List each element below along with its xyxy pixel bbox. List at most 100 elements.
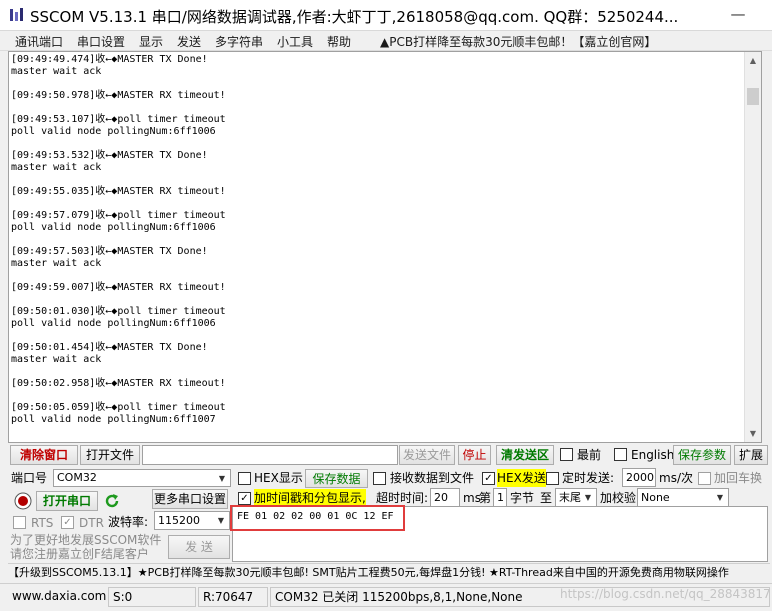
recv-to-file-checkbox[interactable]: [373, 472, 386, 485]
interval-unit-label: ms/次: [659, 471, 693, 485]
clear-send-area-button[interactable]: 清发送区: [496, 445, 554, 465]
chevron-down-icon: ▼: [218, 474, 226, 483]
byte-label: 字节: [510, 491, 535, 505]
log-line: [09:50:01.030]收←◆poll timer timeout: [11, 306, 226, 317]
end-select[interactable]: 末尾 ▼: [555, 488, 597, 507]
log-line: master wait ack: [11, 354, 102, 365]
english-checkbox[interactable]: [614, 448, 627, 461]
end-select-value: 末尾: [559, 491, 581, 504]
baud-rate-value: 115200: [158, 514, 200, 527]
timed-send-checkbox[interactable]: [546, 472, 559, 485]
log-line: [09:50:01.454]收←◆MASTER TX Done!: [11, 342, 208, 353]
log-line: [09:49:59.007]收←◆MASTER RX timeout!: [11, 282, 226, 293]
send-file-button[interactable]: 发送文件: [399, 445, 455, 465]
refresh-icon[interactable]: [103, 492, 121, 510]
log-line: [09:49:53.107]收←◆poll timer timeout: [11, 114, 226, 125]
byte-nth-label: 第: [479, 491, 492, 505]
menu-comm-port[interactable]: 通讯端口: [15, 33, 63, 50]
receive-log[interactable]: [09:49:49.474]收←◆MASTER TX Done! master w…: [8, 51, 762, 443]
byte-start-input[interactable]: 1: [493, 488, 507, 507]
minimize-button[interactable]: —: [718, 5, 758, 25]
hex-display-label: HEX显示: [254, 471, 303, 485]
clear-window-button[interactable]: 清除窗口: [10, 445, 78, 465]
log-line: master wait ack: [11, 258, 102, 269]
log-line: master wait ack: [11, 162, 102, 173]
promo-line-1: 为了更好地发展SSCOM软件: [10, 533, 162, 547]
scroll-thumb[interactable]: [747, 88, 759, 105]
menu-help[interactable]: 帮助: [327, 33, 351, 50]
sent-count: S:0: [108, 587, 196, 607]
log-line: [09:49:53.532]收←◆MASTER TX Done!: [11, 150, 208, 161]
dtr-checkbox[interactable]: ✓: [61, 516, 74, 529]
open-port-button[interactable]: 打开串口: [36, 491, 98, 511]
menu-send[interactable]: 发送: [177, 33, 201, 50]
log-line: [09:50:02.958]收←◆MASTER RX timeout!: [11, 378, 226, 389]
log-line: [09:50:05.059]收←◆poll timer timeout: [11, 402, 226, 413]
rts-label: RTS: [31, 516, 54, 530]
recv-to-file-label: 接收数据到文件: [390, 471, 475, 485]
log-line: [09:49:57.079]收←◆poll timer timeout: [11, 210, 226, 221]
timeout-input[interactable]: 20: [430, 488, 460, 507]
chevron-down-icon: ▼: [716, 493, 724, 502]
checksum-select-value: None: [641, 491, 670, 504]
menu-port-settings[interactable]: 串口设置: [77, 33, 125, 50]
log-line: poll valid node pollingNum:6ff1006: [11, 318, 216, 329]
add-crlf-label: 加回车换: [714, 471, 763, 485]
file-path-field[interactable]: [142, 445, 398, 465]
menu-tools[interactable]: 小工具: [277, 33, 313, 50]
log-line: poll valid node pollingNum:6ff1006: [11, 126, 216, 137]
ad-ticker[interactable]: 【升级到SSCOM5.13.1】★PCB打样降至每款30元顺丰包邮! SMT贴片…: [8, 563, 770, 582]
app-icon: [10, 8, 23, 21]
port-select[interactable]: COM32 ▼: [53, 469, 231, 487]
timestamp-checkbox[interactable]: ✓: [238, 492, 251, 505]
receive-log-text: [09:49:49.474]收←◆MASTER TX Done! master w…: [11, 54, 741, 426]
timed-send-label: 定时发送:: [562, 471, 615, 485]
scroll-down-icon[interactable]: ▼: [745, 425, 761, 442]
add-crlf-checkbox[interactable]: [698, 472, 711, 485]
hex-send-label: HEX发送: [497, 469, 546, 487]
port-number-label: 端口号: [11, 471, 48, 485]
send-button[interactable]: 发 送: [168, 535, 230, 559]
baud-rate-label: 波特率:: [108, 515, 149, 529]
promo-line-2: 请您注册嘉立创F结尾客户: [10, 547, 149, 561]
more-port-settings-button[interactable]: 更多串口设置: [152, 489, 228, 509]
menu-bar: 通讯端口 串口设置 显示 发送 多字符串 小工具 帮助 ▲PCB打样降至每款30…: [0, 31, 772, 51]
checksum-select[interactable]: None ▼: [637, 488, 729, 507]
menu-display[interactable]: 显示: [139, 33, 163, 50]
rts-checkbox[interactable]: [13, 516, 26, 529]
english-label: English: [631, 448, 675, 462]
open-file-button[interactable]: 打开文件: [80, 445, 140, 465]
save-params-button[interactable]: 保存参数: [673, 445, 731, 465]
window-title: SSCOM V5.13.1 串口/网络数据调试器,作者:大虾丁丁,2618058…: [30, 8, 679, 26]
to-label: 至: [540, 491, 553, 505]
hex-send-checkbox[interactable]: ✓: [482, 472, 495, 485]
chevron-down-icon: ▼: [217, 516, 225, 525]
menu-multi-string[interactable]: 多字符串: [215, 33, 263, 50]
dtr-label: DTR: [79, 516, 104, 530]
stop-button[interactable]: 停止: [458, 445, 491, 465]
menu-pcb-promo[interactable]: ▲PCB打样降至每款30元顺丰包邮！【嘉立创官网】: [380, 33, 656, 50]
title-bar: SSCOM V5.13.1 串口/网络数据调试器,作者:大虾丁丁,2618058…: [0, 0, 772, 31]
scroll-up-icon[interactable]: ▲: [745, 52, 761, 69]
log-scrollbar[interactable]: ▲ ▼: [744, 52, 761, 442]
port-select-value: COM32: [57, 471, 97, 484]
topmost-label: 最前: [577, 448, 602, 462]
website-link[interactable]: www.daxia.com: [8, 587, 106, 607]
topmost-checkbox[interactable]: [560, 448, 573, 461]
hex-display-checkbox[interactable]: [238, 472, 251, 485]
timed-interval-input[interactable]: 2000: [622, 468, 656, 487]
log-line: [09:49:57.503]收←◆MASTER TX Done!: [11, 246, 208, 257]
baud-rate-select[interactable]: 115200 ▼: [154, 511, 230, 530]
expand-button[interactable]: 扩展: [734, 445, 768, 465]
save-data-button[interactable]: 保存数据: [305, 469, 368, 488]
log-line: [09:49:55.035]收←◆MASTER RX timeout!: [11, 186, 226, 197]
